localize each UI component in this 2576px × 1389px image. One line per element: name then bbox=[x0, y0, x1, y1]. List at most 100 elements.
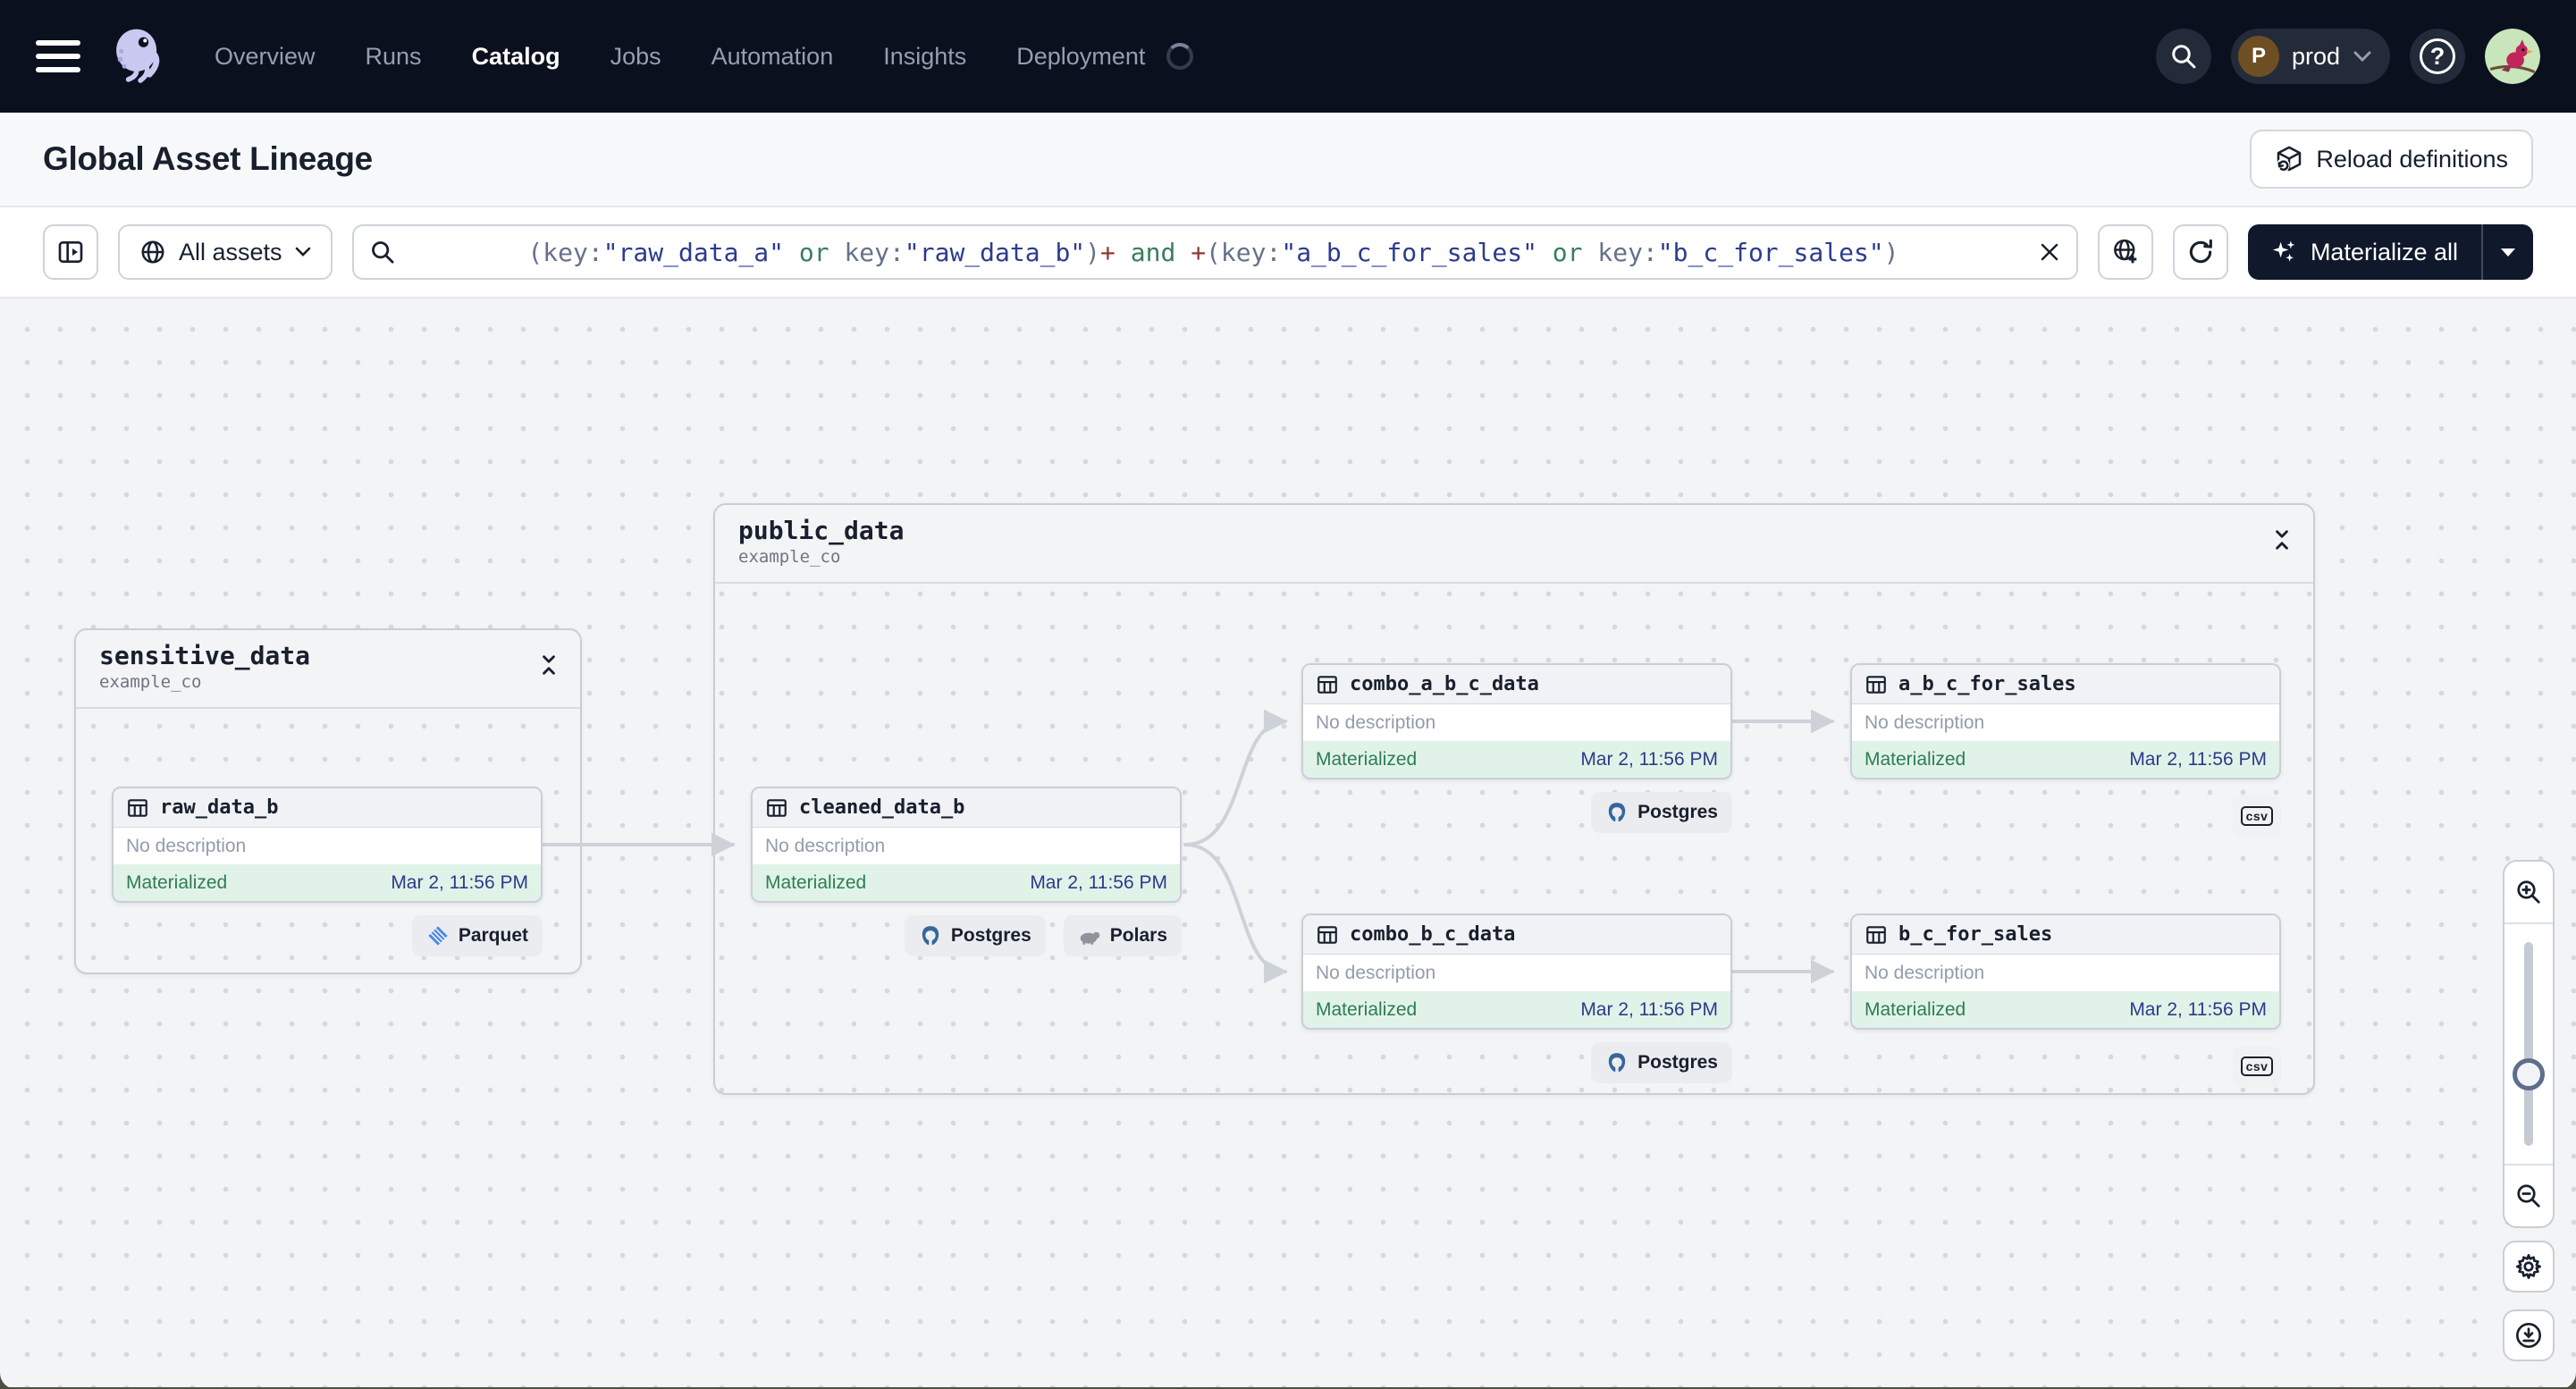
materialization-timestamp[interactable]: Mar 2, 11:56 PM bbox=[2129, 749, 2267, 770]
kind-badge-postgres[interactable]: Postgres bbox=[1591, 792, 1732, 833]
reload-definitions-button[interactable]: Reload definitions bbox=[2250, 130, 2533, 189]
lineage-canvas[interactable]: sensitive_data example_co public_data ex… bbox=[0, 299, 2576, 1387]
asset-status-row: Materialized Mar 2, 11:56 PM bbox=[753, 864, 1180, 901]
nav-item-overview[interactable]: Overview bbox=[215, 43, 316, 71]
chevron-down-icon bbox=[2353, 51, 2371, 63]
kind-badge-polars[interactable]: Polars bbox=[1063, 915, 1182, 956]
globe-add-icon bbox=[2114, 239, 2137, 264]
clear-query-button[interactable] bbox=[2039, 241, 2060, 263]
asset-node-combo_b_c_data[interactable]: combo_b_c_data No description Materializ… bbox=[1301, 913, 1732, 1030]
nav-item-runs[interactable]: Runs bbox=[366, 43, 422, 71]
materialization-timestamp[interactable]: Mar 2, 11:56 PM bbox=[1030, 872, 1167, 894]
deployment-name: prod bbox=[2291, 42, 2340, 70]
app-window: Overview Runs Catalog Jobs Automation In… bbox=[0, 0, 2576, 1389]
materialize-all-button[interactable]: Materialize all bbox=[2247, 224, 2533, 280]
nav-item-insights[interactable]: Insights bbox=[883, 43, 966, 71]
zoom-slider-handle[interactable] bbox=[2513, 1058, 2545, 1090]
collapse-vertical-icon[interactable] bbox=[537, 653, 560, 677]
refresh-graph-button[interactable] bbox=[2172, 224, 2228, 280]
user-avatar[interactable] bbox=[2485, 29, 2540, 84]
graph-settings-button[interactable] bbox=[2503, 1241, 2555, 1292]
table-asset-icon bbox=[1317, 925, 1337, 944]
asset-node-raw_data_b[interactable]: raw_data_b No description Materialized M… bbox=[112, 787, 543, 903]
table-asset-icon bbox=[767, 798, 787, 817]
status-badge: Materialized bbox=[1316, 748, 1418, 770]
asset-node-header: cleaned_data_b bbox=[753, 788, 1180, 828]
help-button[interactable]: ? bbox=[2410, 29, 2465, 84]
asset-node-combo_a_b_c_data[interactable]: combo_a_b_c_data No description Material… bbox=[1301, 663, 1732, 779]
status-badge: Materialized bbox=[1865, 998, 1966, 1020]
search-button[interactable] bbox=[2155, 29, 2211, 84]
collapse-vertical-icon[interactable] bbox=[2270, 528, 2294, 551]
query-segment: "raw_data_b" bbox=[904, 237, 1086, 267]
asset-description: No description bbox=[1316, 711, 1436, 733]
query-segment: "a_b_c_for_sales" bbox=[1281, 237, 1537, 267]
asset-description: No description bbox=[765, 835, 886, 856]
postgres-elephant-icon bbox=[1608, 803, 1626, 822]
help-icon: ? bbox=[2420, 38, 2455, 74]
group-name: sensitive_data bbox=[99, 641, 311, 670]
asset-node-a_b_c_for_sales[interactable]: a_b_c_for_sales No description Materiali… bbox=[1850, 663, 2281, 779]
asset-node-cleaned_data_b[interactable]: cleaned_data_b No description Materializ… bbox=[751, 787, 1182, 903]
zoom-in-icon bbox=[2517, 880, 2540, 904]
status-badge: Materialized bbox=[1316, 998, 1418, 1020]
asset-node-header: b_c_for_sales bbox=[1852, 915, 2279, 955]
query-segment: + bbox=[1100, 237, 1115, 267]
materialization-timestamp[interactable]: Mar 2, 11:56 PM bbox=[391, 872, 528, 894]
kind-badge-postgres[interactable]: Postgres bbox=[904, 915, 1046, 956]
group-name: public_data bbox=[738, 516, 905, 545]
dagster-octopus-logo[interactable] bbox=[107, 24, 172, 88]
zoom-out-button[interactable] bbox=[2504, 1164, 2553, 1226]
zoom-slider-track[interactable] bbox=[2524, 942, 2533, 1146]
table-asset-icon bbox=[1866, 675, 1886, 694]
search-icon bbox=[371, 241, 394, 264]
asset-name: cleaned_data_b bbox=[799, 796, 965, 819]
status-badge: Materialized bbox=[1865, 748, 1966, 770]
query-segment: or bbox=[1536, 237, 1598, 267]
materialization-timestamp[interactable]: Mar 2, 11:56 PM bbox=[1580, 999, 1718, 1021]
kind-badge-parquet[interactable]: Parquet bbox=[411, 915, 543, 956]
asset-description: No description bbox=[1865, 711, 1985, 733]
deployment-switcher[interactable]: P prod bbox=[2230, 29, 2390, 84]
sparkles-icon bbox=[2272, 240, 2295, 262]
csv-file-icon: csv bbox=[2240, 806, 2274, 826]
asset-selection-query[interactable]: (key:"raw_data_a" or key:"raw_data_b")+ … bbox=[408, 208, 2026, 297]
asset-name: a_b_c_for_sales bbox=[1898, 673, 2076, 695]
refresh-icon bbox=[2189, 239, 2212, 264]
kind-badge-postgres[interactable]: Postgres bbox=[1591, 1042, 1732, 1083]
asset-scope-dropdown[interactable]: All assets bbox=[118, 224, 333, 280]
kind-badge-label: Postgres bbox=[1637, 802, 1718, 822]
zoom-slider[interactable] bbox=[2504, 924, 2553, 1164]
nav-item-automation[interactable]: Automation bbox=[711, 43, 834, 71]
materialization-timestamp[interactable]: Mar 2, 11:56 PM bbox=[1580, 749, 1718, 770]
asset-node-header: combo_b_c_data bbox=[1303, 915, 1730, 955]
kind-badges-cleaned_data_b: Postgres Polars bbox=[751, 915, 1182, 956]
zoom-in-button[interactable] bbox=[2504, 862, 2553, 924]
table-asset-icon bbox=[128, 798, 147, 817]
nav-item-jobs[interactable]: Jobs bbox=[610, 43, 661, 71]
page-header: Global Asset Lineage Reload definitions bbox=[0, 113, 2576, 207]
nav-item-deployment[interactable]: Deployment bbox=[1016, 43, 1145, 71]
materialize-options-caret[interactable] bbox=[2483, 224, 2533, 280]
materialize-all-main[interactable]: Materialize all bbox=[2248, 224, 2481, 280]
lineage-toolbar: All assets (key:"raw_data_a" or key:"raw… bbox=[0, 207, 2576, 299]
open-sidebar-button[interactable] bbox=[43, 224, 98, 280]
kind-badge-csv[interactable]: csv bbox=[2233, 796, 2281, 837]
loading-spinner bbox=[1166, 43, 1194, 70]
asset-node-b_c_for_sales[interactable]: b_c_for_sales No description Materialize… bbox=[1850, 913, 2281, 1030]
table-asset-icon bbox=[1866, 925, 1886, 944]
asset-search-input[interactable]: (key:"raw_data_a" or key:"raw_data_b")+ … bbox=[351, 224, 2078, 280]
nav-item-catalog[interactable]: Catalog bbox=[472, 43, 560, 71]
csv-file-icon: csv bbox=[2240, 1056, 2274, 1076]
materialization-timestamp[interactable]: Mar 2, 11:56 PM bbox=[2129, 999, 2267, 1021]
query-segment: ) bbox=[1085, 237, 1101, 267]
view-full-graph-button[interactable] bbox=[2097, 224, 2153, 280]
kind-badge-csv[interactable]: csv bbox=[2233, 1046, 2281, 1087]
top-navbar: Overview Runs Catalog Jobs Automation In… bbox=[0, 0, 2576, 113]
kind-badge-label: Parquet bbox=[458, 925, 528, 946]
download-image-button[interactable] bbox=[2503, 1309, 2555, 1361]
group-repo-label: example_co bbox=[738, 547, 841, 567]
menu-icon[interactable] bbox=[36, 31, 86, 81]
query-segment: "raw_data_a" bbox=[602, 237, 784, 267]
asset-description: No description bbox=[1316, 962, 1436, 983]
